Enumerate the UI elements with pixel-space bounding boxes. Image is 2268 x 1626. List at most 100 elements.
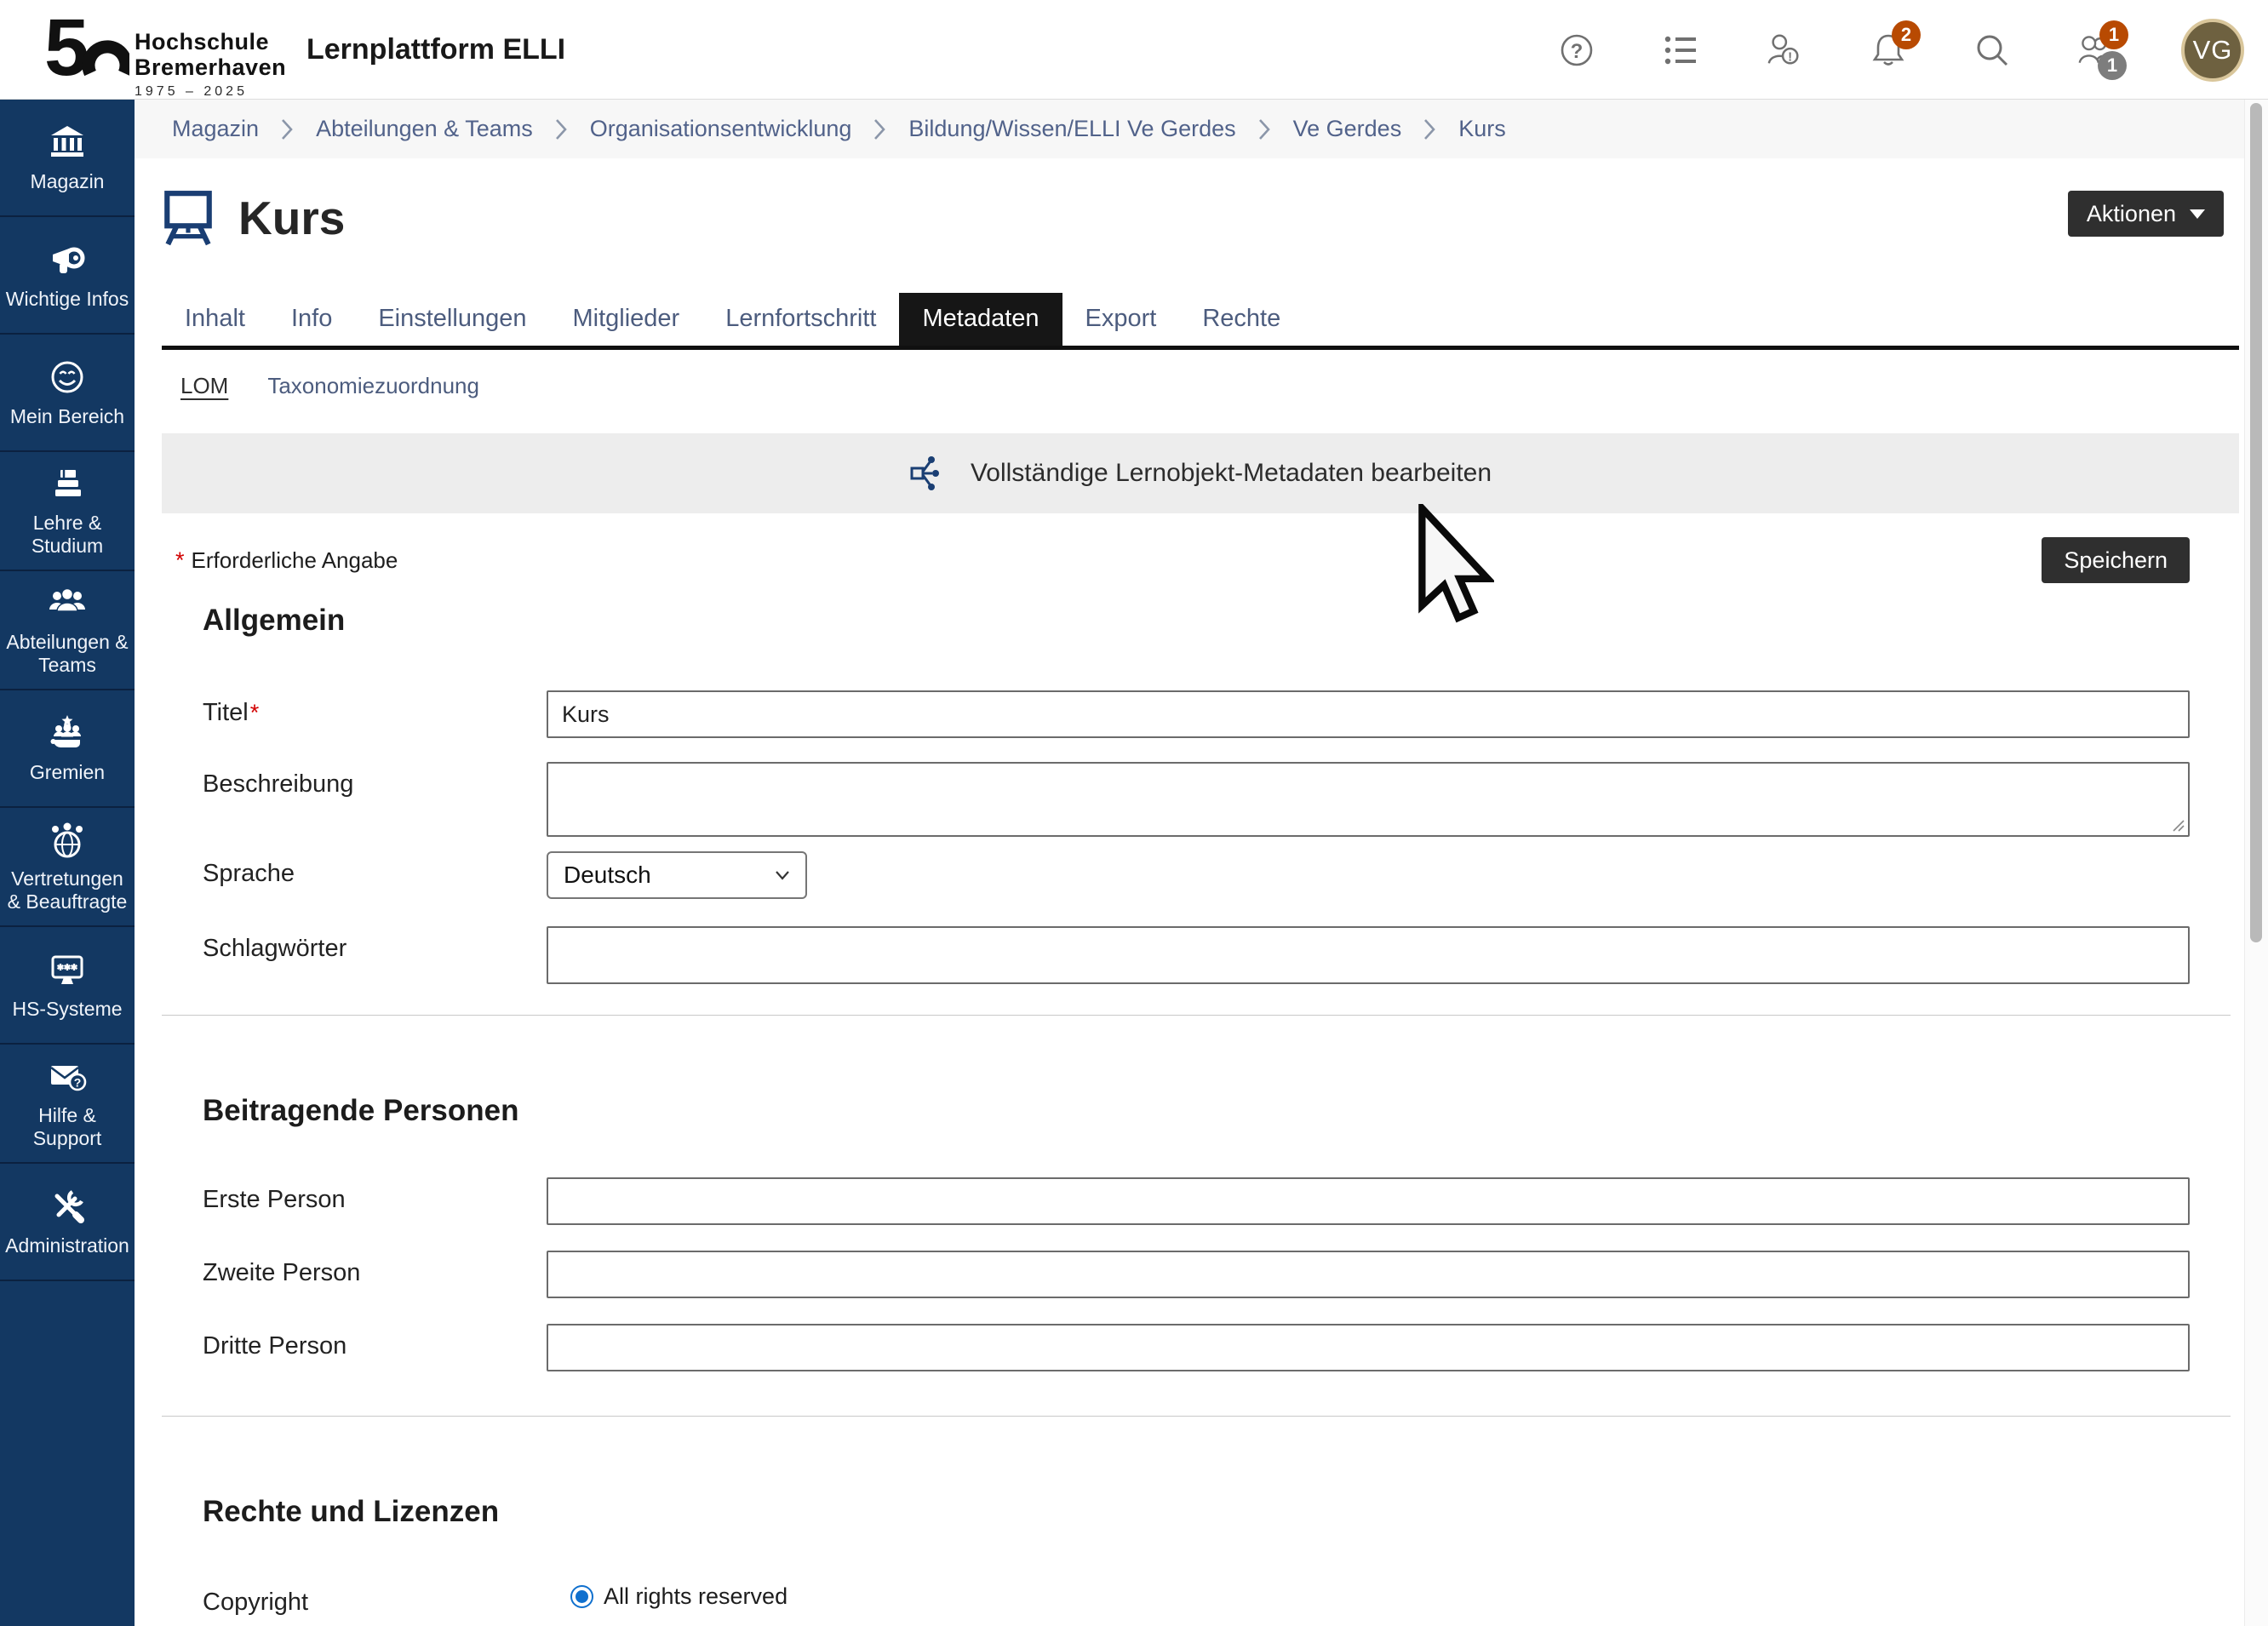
copyright-label: Copyright [162, 1580, 547, 1617]
sprache-selected-value: Deutsch [564, 862, 651, 889]
logo-50-icon: 5 [44, 7, 129, 89]
copyright-option-label: All rights reserved [604, 1583, 788, 1610]
sidebar-item-administration[interactable]: Administration [0, 1164, 135, 1281]
sidebar-item-label: Mein Bereich [10, 405, 124, 428]
erste-person-label: Erste Person [162, 1177, 547, 1214]
sidebar-item-magazin[interactable]: Magazin [0, 100, 135, 217]
sidebar-item-label: Magazin [31, 170, 105, 193]
zweite-person-label: Zweite Person [162, 1251, 547, 1287]
subtab-taxonomiezuordnung[interactable]: Taxonomiezuordnung [267, 373, 479, 399]
logo-name-line1: Hochschule [135, 29, 286, 54]
logo-years: 1975 – 2025 [135, 84, 286, 100]
sidebar-item-abteilungen-teams[interactable]: Abteilungen & Teams [0, 571, 135, 690]
smiley-icon [47, 358, 88, 397]
sidebar-item-vertretungen[interactable]: Vertretungen & Beauftragte [0, 808, 135, 927]
form-row-dritte-person: Dritte Person [162, 1324, 2244, 1371]
subtab-lom[interactable]: LOM [180, 373, 228, 399]
help-glyph: ? [1571, 40, 1584, 63]
select-chevron-icon [775, 870, 790, 880]
sidebar-item-mein-bereich[interactable]: Mein Bereich [0, 335, 135, 452]
save-button[interactable]: Speichern [2042, 537, 2190, 583]
copyright-radio[interactable] [570, 1585, 593, 1608]
actions-button[interactable]: Aktionen [2068, 191, 2224, 237]
chevron-down-icon [2190, 209, 2205, 219]
sidebar-item-hilfe-support[interactable]: ? Hilfe & Support [0, 1045, 135, 1164]
zweite-person-input[interactable] [547, 1251, 2190, 1298]
sidebar-item-label: Lehre & Studium [3, 512, 131, 558]
tab-inhalt[interactable]: Inhalt [162, 293, 268, 346]
beschreibung-textarea[interactable] [547, 762, 2190, 837]
people-group-icon [47, 583, 88, 622]
breadcrumb-separator-icon [1423, 117, 1436, 141]
subtab-bar: LOM Taxonomiezuordnung [162, 373, 2244, 399]
support-question-glyph: ? [74, 1076, 82, 1090]
sprache-select[interactable]: Deutsch [547, 851, 807, 899]
dritte-person-input[interactable] [547, 1324, 2190, 1371]
tab-bar: Inhalt Info Einstellungen Mitglieder Ler… [162, 293, 2239, 350]
notifications-bell-icon[interactable]: 2 [1870, 31, 1907, 70]
list-menu-icon[interactable] [1662, 31, 1699, 70]
committee-icon [47, 713, 88, 753]
sidebar-item-label: Gremien [30, 761, 105, 784]
tab-mitglieder[interactable]: Mitglieder [549, 293, 702, 346]
sidebar-item-label: Administration [5, 1234, 129, 1257]
sidebar-item-gremien[interactable]: Gremien [0, 690, 135, 808]
page-title: Kurs [238, 191, 345, 245]
edit-full-metadata-label: Vollständige Lernobjekt-Metadaten bearbe… [971, 459, 1492, 488]
erste-person-input[interactable] [547, 1177, 2190, 1225]
bank-icon [47, 123, 88, 162]
logo-name-line2: Bremerhaven [135, 54, 286, 80]
contacts-badge-other: 1 [2098, 51, 2127, 80]
breadcrumb-item[interactable]: Bildung/Wissen/ELLI Ve Gerdes [908, 116, 1235, 142]
sidebar-item-hs-systeme[interactable]: HS-Systeme [0, 927, 135, 1045]
breadcrumb-item[interactable]: Magazin [172, 116, 259, 142]
user-avatar[interactable]: VG [2181, 19, 2244, 82]
tools-icon [47, 1187, 88, 1226]
tab-metadaten[interactable]: Metadaten [899, 293, 1062, 346]
required-note: * Erforderliche Angabe [175, 547, 398, 574]
tab-lernfortschritt[interactable]: Lernfortschritt [702, 293, 899, 346]
breadcrumb-item[interactable]: Kurs [1458, 116, 1506, 142]
sidebar-item-label: HS-Systeme [12, 998, 122, 1021]
main-sidebar: Magazin Wichtige Infos Mein Bereich Lehr… [0, 100, 135, 1626]
tab-export[interactable]: Export [1062, 293, 1180, 346]
tab-rechte[interactable]: Rechte [1179, 293, 1303, 346]
page-title-row: Kurs [162, 158, 2244, 247]
section-heading-rechte: Rechte und Lizenzen [203, 1495, 2244, 1529]
contacts-icon[interactable]: 1 1 [2077, 31, 2115, 70]
schlagwoerter-input[interactable] [547, 926, 2190, 984]
tab-info[interactable]: Info [268, 293, 355, 346]
logo-text: Hochschule Bremerhaven 1975 – 2025 [135, 29, 286, 100]
sidebar-item-wichtige-infos[interactable]: Wichtige Infos [0, 217, 135, 335]
vertical-scrollbar-thumb[interactable] [2250, 103, 2262, 942]
required-note-text: Erforderliche Angabe [192, 547, 398, 573]
titel-input[interactable] [547, 690, 2190, 738]
edit-full-metadata-banner[interactable]: Vollständige Lernobjekt-Metadaten bearbe… [162, 433, 2239, 513]
tab-einstellungen[interactable]: Einstellungen [355, 293, 549, 346]
breadcrumb-item[interactable]: Ve Gerdes [1293, 116, 1402, 142]
sidebar-item-lehre-studium[interactable]: Lehre & Studium [0, 452, 135, 571]
vertical-scrollbar-track[interactable] [2244, 100, 2268, 1626]
section-divider [162, 1416, 2231, 1417]
university-logo[interactable]: 5 Hochschule Bremerhaven 1975 – 2025 [44, 7, 286, 100]
form-row-titel: Titel* [162, 690, 2244, 738]
breadcrumb-item[interactable]: Abteilungen & Teams [316, 116, 533, 142]
resize-handle-icon[interactable] [2172, 819, 2185, 833]
breadcrumb-separator-icon [873, 117, 886, 141]
sidebar-item-label: Vertretungen & Beauftragte [3, 867, 131, 913]
form-row-sprache: Sprache Deutsch [162, 851, 2244, 899]
breadcrumb-item[interactable]: Organisationsentwicklung [590, 116, 852, 142]
user-status-icon[interactable]: ! [1766, 31, 1803, 70]
sidebar-item-label: Abteilungen & Teams [3, 631, 131, 677]
course-easel-icon [162, 189, 215, 247]
search-icon[interactable] [1973, 31, 2011, 70]
schlagwoerter-label: Schlagwörter [162, 926, 547, 963]
required-asterisk: * [175, 547, 185, 573]
section-heading-allgemein: Allgemein [203, 604, 2244, 638]
header-icon-bar: ? ! 2 [1558, 0, 2244, 100]
globe-people-icon [47, 820, 88, 859]
help-icon[interactable]: ? [1558, 31, 1595, 70]
dritte-person-label: Dritte Person [162, 1324, 547, 1360]
form-row-schlagwoerter: Schlagwörter [162, 926, 2244, 984]
main-content: Aktionen Kurs Inhalt Info Einstellungen … [135, 158, 2244, 1626]
